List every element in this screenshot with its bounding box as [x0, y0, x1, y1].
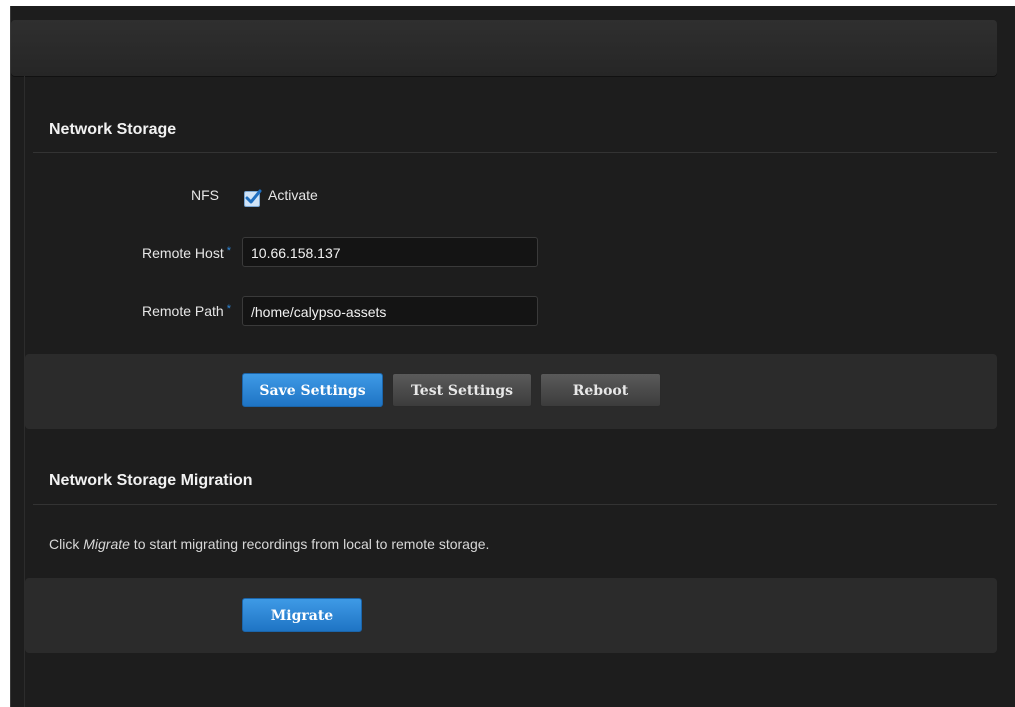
remote-host-label-text: Remote Host [142, 245, 224, 261]
remote-path-label-text: Remote Path [142, 303, 224, 319]
test-settings-button[interactable]: Test Settings [392, 373, 532, 407]
remote-path-label: Remote Path * [101, 303, 231, 319]
migration-action-bar: Migrate [25, 578, 997, 653]
remote-host-label: Remote Host * [101, 245, 231, 261]
remote-host-input[interactable]: 10.66.158.137 [242, 237, 538, 267]
desc-emphasis: Migrate [83, 536, 130, 552]
desc-prefix: Click [49, 536, 84, 552]
remote-path-input[interactable]: /home/calypso-assets [242, 296, 538, 326]
section-title-migration: Network Storage Migration [49, 472, 253, 489]
reboot-button[interactable]: Reboot [540, 373, 661, 407]
activate-checkbox[interactable] [244, 189, 262, 207]
section-divider [33, 504, 997, 505]
nfs-label: NFS [191, 187, 219, 203]
section-title-network-storage: Network Storage [49, 121, 177, 138]
checkmark-icon [245, 189, 262, 204]
migrate-button[interactable]: Migrate [242, 598, 362, 632]
required-marker: * [226, 303, 231, 315]
settings-action-bar: Save Settings Test Settings Reboot [25, 354, 997, 429]
top-header-bar [11, 20, 997, 76]
activate-label[interactable]: Activate [268, 187, 318, 203]
main-panel: Network Storage NFS Activate Remote Host… [10, 6, 1015, 707]
section-divider [33, 152, 997, 153]
desc-suffix: to start migrating recordings from local… [129, 536, 490, 552]
required-marker: * [226, 245, 231, 257]
migration-description: Click Migrate to start migrating recordi… [49, 536, 489, 552]
save-settings-button[interactable]: Save Settings [242, 373, 383, 407]
